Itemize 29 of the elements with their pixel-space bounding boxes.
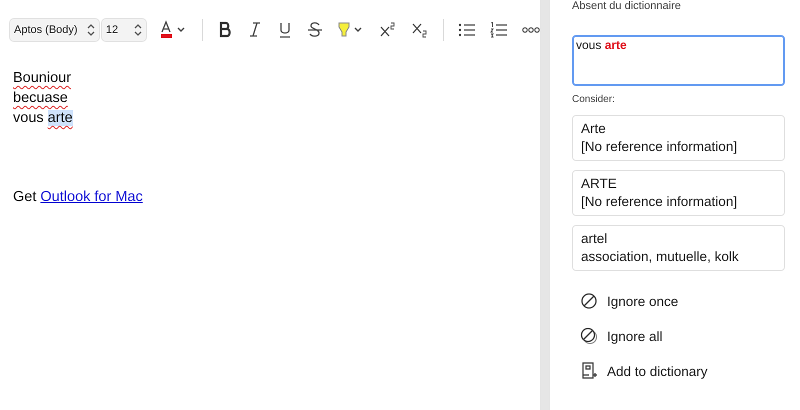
outlook-link[interactable]: Outlook for Mac	[40, 189, 143, 205]
dictionary-icon	[580, 362, 598, 380]
misspelled-word: arte	[48, 110, 73, 126]
stepper-icon	[134, 23, 142, 37]
action-item[interactable]: Add to dictionary	[580, 361, 785, 381]
signature-text: Get	[13, 189, 38, 205]
bold-icon[interactable]	[217, 21, 234, 39]
strikethrough-icon[interactable]	[307, 21, 324, 39]
panel-heading: Absent du dictionnaire	[572, 0, 682, 12]
font-size-select[interactable]: 12	[102, 19, 146, 41]
misspelled-word: Bouniour	[13, 70, 72, 86]
suggestion-card[interactable]: artel association, mutuelle, kolk	[572, 225, 785, 271]
context-field[interactable]: vous arte	[572, 35, 785, 86]
action-item[interactable]: Ignore once	[580, 291, 785, 311]
subscript-icon[interactable]	[411, 21, 430, 39]
action-item[interactable]: Ignore all	[580, 326, 785, 346]
superscript-icon[interactable]	[379, 21, 398, 39]
more-options-icon[interactable]	[522, 26, 540, 34]
ignore-all-icon	[580, 327, 598, 345]
suggestion-card[interactable]: ARTE [No reference information]	[572, 170, 785, 216]
bullet-list-icon[interactable]	[458, 22, 476, 38]
consider-label: Consider:	[572, 94, 616, 105]
body-text: vous	[13, 110, 45, 126]
misspelled-word: becuase	[13, 90, 68, 106]
stepper-icon	[86, 23, 95, 37]
ignore-icon	[580, 292, 598, 310]
font-select[interactable]: Aptos (Body)	[10, 19, 99, 41]
suggestion-card[interactable]: Arte [No reference information]	[572, 115, 785, 161]
numbered-list-icon[interactable]	[490, 22, 508, 38]
